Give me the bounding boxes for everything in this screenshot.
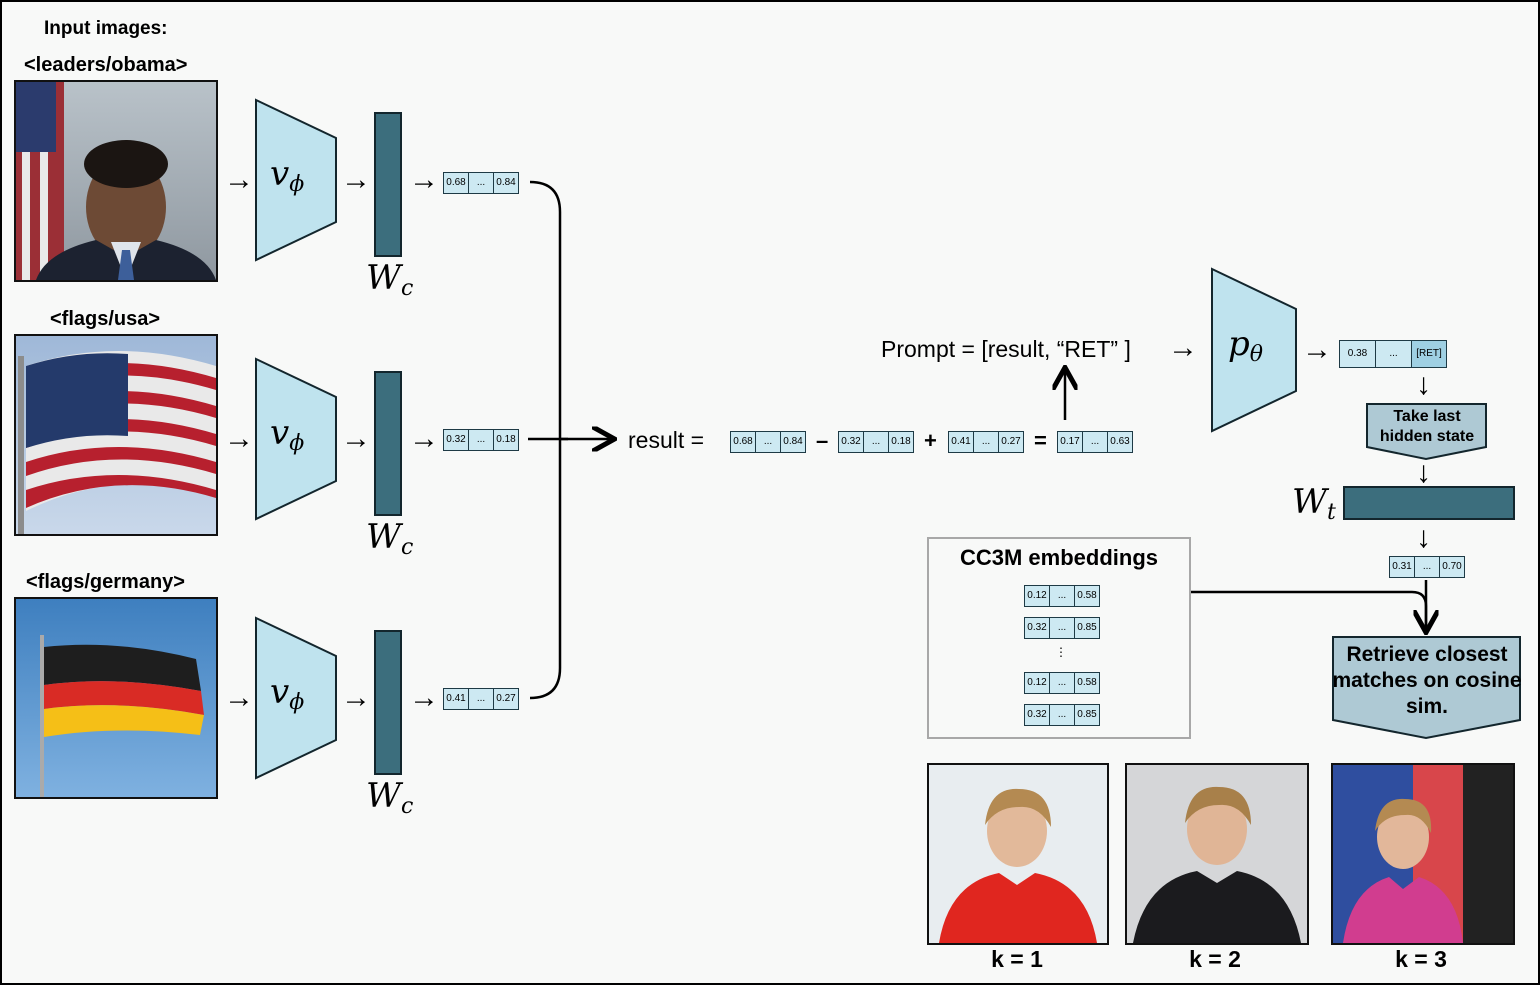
wc-bar-3 xyxy=(374,630,402,775)
plus-operator: + xyxy=(924,428,937,453)
wt-label: Wt xyxy=(1292,482,1336,525)
result-k-label-2: k = 2 xyxy=(1189,946,1241,972)
embedding-vector-3: 0.41... 0.27 xyxy=(443,688,519,710)
wc-label-3: Wc xyxy=(366,776,414,819)
arrow-icon: → xyxy=(409,681,439,714)
image-label-germany: <flags/germany> xyxy=(26,571,185,593)
encoder-label-2: vϕ xyxy=(270,413,305,456)
arrow-icon: → xyxy=(409,422,439,455)
result-photo-1 xyxy=(927,763,1109,945)
cc3m-row: 0.32... 0.85 xyxy=(1024,704,1100,726)
flag-backdrop-icon xyxy=(16,82,216,280)
person-icon xyxy=(1343,765,1513,943)
embedding-vector-1: 0.68... 0.84 xyxy=(443,172,519,194)
retrieval-vector: 0.31... 0.70 xyxy=(1389,556,1465,578)
minus-operator: – xyxy=(816,428,829,453)
result-term-2: 0.32... 0.18 xyxy=(838,431,914,453)
result-term-1: 0.68... 0.84 xyxy=(730,431,806,453)
llm-label: pθ xyxy=(1228,324,1264,367)
arrow-icon: → xyxy=(341,681,371,714)
arrow-icon: → xyxy=(224,422,254,455)
encoder-label-3: vϕ xyxy=(270,672,305,715)
retrieve-label: Retrieve closest matches on cosine sim. xyxy=(1332,643,1522,718)
wc-label-1: Wc xyxy=(366,258,414,301)
germany-flag-icon xyxy=(40,635,204,797)
diagram-canvas: Input images: <leaders/obama> → vϕ → Wc … xyxy=(0,0,1540,985)
equals-operator: = xyxy=(1034,428,1047,453)
image-label-obama: <leaders/obama> xyxy=(24,54,188,76)
wt-bar xyxy=(1343,486,1515,520)
cc3m-row: 0.32... 0.85 xyxy=(1024,617,1100,639)
result-output-vector: 0.17... 0.63 xyxy=(1057,431,1133,453)
arrow-icon: → xyxy=(224,681,254,714)
arrow-icon: → xyxy=(341,163,371,196)
result-k-label-1: k = 1 xyxy=(991,946,1043,972)
arrow-down-icon: ↓ xyxy=(1416,368,1431,401)
embedding-vector-2: 0.32... 0.18 xyxy=(443,429,519,451)
arrow-icon: → xyxy=(1302,333,1332,366)
result-photo-2 xyxy=(1125,763,1309,945)
arrow-icon: → xyxy=(341,422,371,455)
germany-flag-photo xyxy=(14,597,218,799)
arrow-down-icon: ↓ xyxy=(1416,521,1431,554)
usa-flag-photo xyxy=(14,334,218,536)
image-label-usa: <flags/usa> xyxy=(50,308,161,330)
arrow-down-icon: ↓ xyxy=(1416,456,1431,489)
arrow-icon: → xyxy=(409,163,439,196)
obama-photo xyxy=(14,80,218,282)
result-term-3: 0.41... 0.27 xyxy=(948,431,1024,453)
cc3m-row: 0.12... 0.58 xyxy=(1024,585,1100,607)
result-photo-3 xyxy=(1331,763,1515,945)
usa-flag-icon xyxy=(18,351,216,534)
prompt-text: Prompt = [result, “RET” ] xyxy=(881,336,1131,362)
hidden-state-label: Take last hidden state xyxy=(1379,408,1475,445)
person-icon xyxy=(1133,786,1301,943)
arrow-icon: → xyxy=(224,163,254,196)
result-label: result = xyxy=(628,427,705,453)
wc-bar-1 xyxy=(374,112,402,257)
input-images-title: Input images: xyxy=(44,18,168,39)
cc3m-panel: CC3M embeddings 0.12... 0.58 0.32... 0.85 … xyxy=(927,537,1191,739)
encoder-label-1: vϕ xyxy=(270,154,305,197)
cc3m-ellipsis: ⋮ xyxy=(1055,645,1067,659)
person-icon xyxy=(939,788,1097,943)
wc-label-2: Wc xyxy=(366,517,414,560)
result-k-label-3: k = 3 xyxy=(1395,946,1447,972)
wc-bar-2 xyxy=(374,371,402,516)
cc3m-title: CC3M embeddings xyxy=(959,545,1159,570)
llm-output-vector: 0.38... [RET] xyxy=(1339,340,1447,368)
cc3m-row: 0.12... 0.58 xyxy=(1024,672,1100,694)
arrow-icon: → xyxy=(1168,331,1198,364)
cc3m-connector xyxy=(1190,590,1426,630)
